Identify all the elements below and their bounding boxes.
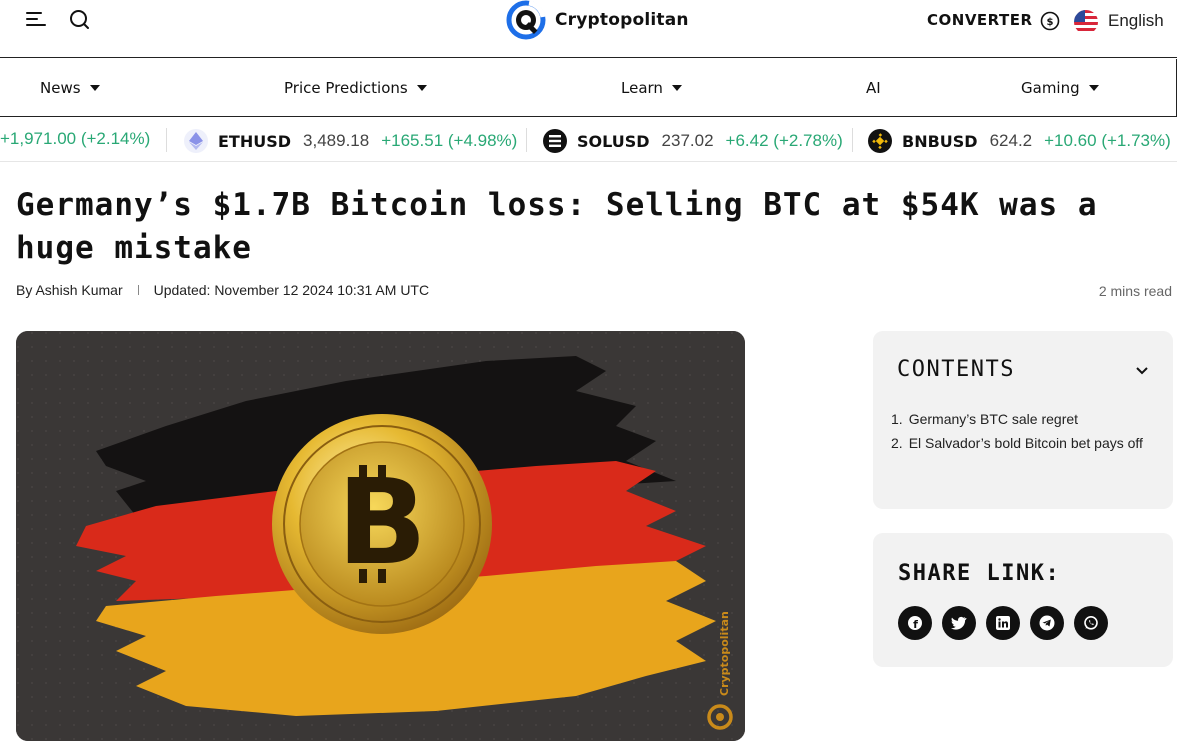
article-title: Germany’s $1.7B Bitcoin loss: Selling BT… bbox=[16, 187, 1098, 266]
ticker-item-sol[interactable]: SOLUSD 237.02 +6.42 (+2.78%) bbox=[543, 129, 843, 153]
toc-list: 1. Germany’s BTC sale regret 2. El Salvado… bbox=[891, 407, 1153, 455]
ticker-item-bnb[interactable]: BNBUSD 624.2 +10.60 (+1.73%) bbox=[868, 129, 1171, 153]
bnb-icon bbox=[868, 129, 892, 153]
caret-down-icon bbox=[416, 85, 427, 91]
author-link[interactable]: By Ashish Kumar bbox=[16, 282, 123, 298]
ticker-change: +6.42 (+2.78%) bbox=[725, 131, 843, 150]
twitter-icon[interactable] bbox=[942, 606, 976, 640]
main-nav: News Price Predictions Learn AI Gaming bbox=[0, 59, 1177, 117]
ticker-divider bbox=[166, 128, 167, 152]
telegram-icon[interactable] bbox=[1030, 606, 1064, 640]
ticker-item[interactable]: +1,971.00 (+2.14%) bbox=[0, 129, 150, 149]
updated-date: Updated: November 12 2024 10:31 AM UTC bbox=[153, 282, 430, 298]
nav-item-label: Learn bbox=[621, 79, 663, 97]
whatsapp-icon[interactable] bbox=[1074, 606, 1108, 640]
facebook-icon[interactable]: f bbox=[898, 606, 932, 640]
nav-item-news[interactable]: News bbox=[40, 79, 100, 97]
toc-item-number: 1. bbox=[891, 411, 903, 427]
caret-down-icon bbox=[1088, 85, 1099, 91]
ticker-divider bbox=[852, 128, 853, 152]
germany-flag-bitcoin-illustration: B Cryptopolitan bbox=[16, 331, 745, 741]
solana-icon bbox=[543, 129, 567, 153]
site-logo[interactable]: Cryptopolitan bbox=[505, 0, 689, 40]
top-bar: Cryptopolitan CONVERTER $ English bbox=[0, 0, 1177, 58]
nav-item-label: News bbox=[40, 79, 81, 97]
toc-title: CONTENTS bbox=[897, 357, 1015, 382]
ticker-item-eth[interactable]: ETHUSD 3,489.18 +165.51 (+4.98%) bbox=[184, 129, 517, 153]
ticker-change: +165.51 (+4.98%) bbox=[381, 131, 518, 150]
brand-name: Cryptopolitan bbox=[555, 10, 689, 30]
toc-item[interactable]: 2. El Salvador’s bold Bitcoin bet pays of… bbox=[891, 431, 1153, 455]
search-icon[interactable] bbox=[68, 8, 92, 32]
nav-item-learn[interactable]: Learn bbox=[621, 79, 682, 97]
ticker-symbol: SOLUSD bbox=[577, 131, 650, 151]
nav-item-label: AI bbox=[866, 79, 881, 97]
share-icons: f bbox=[898, 606, 1118, 640]
caret-down-icon bbox=[89, 85, 100, 91]
ticker-change: +10.60 (+1.73%) bbox=[1044, 131, 1171, 150]
ticker-price: 237.02 bbox=[661, 131, 714, 150]
price-ticker: +1,971.00 (+2.14%) ETHUSD 3,489.18 +165.… bbox=[0, 118, 1177, 162]
currency-converter-icon[interactable]: $ bbox=[1040, 11, 1060, 31]
toc-item-text: Germany’s BTC sale regret bbox=[908, 411, 1079, 427]
ticker-change: +1,971.00 (+2.14%) bbox=[0, 129, 151, 148]
nav-item-price-predictions[interactable]: Price Predictions bbox=[284, 79, 427, 97]
ticker-price: 624.2 bbox=[989, 131, 1033, 150]
svg-text:f: f bbox=[913, 618, 918, 631]
language-selector[interactable]: English bbox=[1108, 11, 1164, 31]
nav-item-label: Price Predictions bbox=[284, 79, 408, 97]
ethereum-icon bbox=[184, 129, 208, 153]
article-byline: By Ashish Kumar Updated: November 12 202… bbox=[16, 282, 429, 298]
nav-item-gaming[interactable]: Gaming bbox=[1021, 79, 1099, 97]
chevron-down-icon[interactable] bbox=[1135, 364, 1149, 378]
linkedin-icon[interactable] bbox=[986, 606, 1020, 640]
image-watermark: Cryptopolitan bbox=[718, 611, 731, 696]
share-panel: SHARE LINK: f bbox=[873, 533, 1173, 667]
nav-item-label: Gaming bbox=[1021, 79, 1080, 97]
share-title: SHARE LINK: bbox=[898, 561, 1061, 586]
us-flag-icon bbox=[1074, 10, 1098, 34]
ticker-price: 3,489.18 bbox=[303, 131, 370, 150]
nav-item-ai[interactable]: AI bbox=[866, 79, 881, 97]
article-hero-image: B Cryptopolitan bbox=[16, 331, 745, 741]
read-time: 2 mins read bbox=[1098, 283, 1172, 299]
ticker-symbol: ETHUSD bbox=[218, 131, 292, 151]
byline-separator bbox=[137, 285, 139, 295]
cryptopolitan-logo-icon bbox=[506, 0, 546, 40]
toc-item-number: 2. bbox=[891, 435, 903, 451]
ticker-symbol: BNBUSD bbox=[902, 131, 978, 151]
toc-item-text: El Salvador’s bold Bitcoin bet pays off bbox=[908, 435, 1143, 451]
table-of-contents: CONTENTS 1. Germany’s BTC sale regret 2. E… bbox=[873, 331, 1173, 509]
toc-item[interactable]: 1. Germany’s BTC sale regret bbox=[891, 407, 1153, 431]
caret-down-icon bbox=[671, 85, 682, 91]
ticker-divider bbox=[526, 128, 527, 152]
svg-text:$: $ bbox=[1047, 17, 1054, 28]
converter-link[interactable]: CONVERTER bbox=[927, 11, 1033, 29]
hamburger-menu-icon[interactable] bbox=[26, 12, 46, 28]
